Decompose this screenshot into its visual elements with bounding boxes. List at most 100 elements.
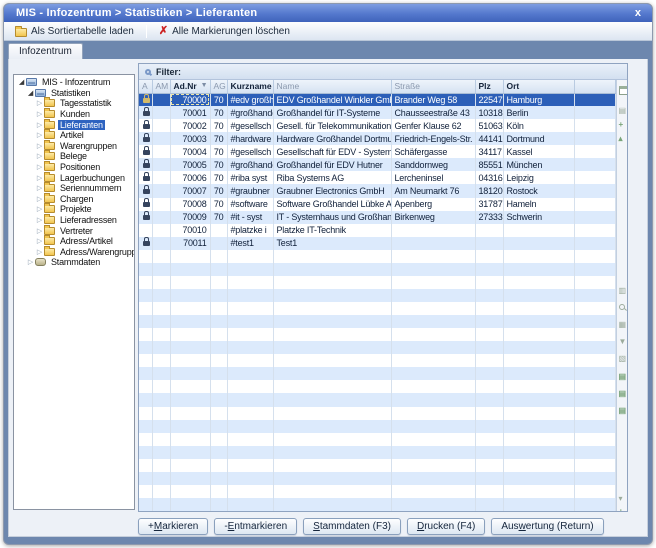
- tree-item-statistiken[interactable]: ◢Statistiken: [14, 88, 134, 99]
- tree-item-kunden[interactable]: ▷Kunden: [14, 109, 134, 120]
- table-row-empty[interactable]: [139, 263, 615, 276]
- table-row-70011[interactable]: 70011#test1Test1: [139, 237, 615, 250]
- expand-icon[interactable]: ▷: [35, 99, 44, 107]
- tree-item-projekte[interactable]: ▷Projekte: [14, 204, 134, 215]
- export-icon[interactable]: ▦: [619, 321, 627, 329]
- table-row-empty[interactable]: [139, 328, 615, 341]
- collapse-icon[interactable]: ◢: [26, 89, 35, 97]
- table-row-70003[interactable]: 7000370#hardwareHardware Großhandel Dort…: [139, 132, 615, 145]
- grid-view-icon[interactable]: ▥: [619, 287, 627, 295]
- table-row-empty[interactable]: [139, 250, 615, 263]
- tree-item-adress-artikel[interactable]: ▷Adress/Artikel: [14, 236, 134, 247]
- column-header-stra-e[interactable]: Straße: [391, 80, 475, 93]
- expand-icon[interactable]: ▷: [35, 205, 44, 213]
- table-row-70004[interactable]: 7000470#gesellschGesellschaft für EDV - …: [139, 145, 615, 158]
- table-row-empty[interactable]: [139, 302, 615, 315]
- load-sort-table-button[interactable]: Als Sortiertabelle laden: [10, 25, 139, 38]
- table-row-empty[interactable]: [139, 367, 615, 380]
- tree-item-vertreter[interactable]: ▷Vertreter: [14, 225, 134, 236]
- tree-item-belege[interactable]: ▷Belege: [14, 151, 134, 162]
- column-header-kurzname[interactable]: Kurzname: [227, 80, 273, 93]
- table-row-empty[interactable]: [139, 393, 615, 406]
- column-header-extra[interactable]: [574, 80, 615, 93]
- table-row-empty[interactable]: [139, 315, 615, 328]
- tree-item-tagesstatistik[interactable]: ▷Tagesstatistik: [14, 98, 134, 109]
- table-row-70009[interactable]: 7000970#it - systIT - Systemhaus und Gro…: [139, 211, 615, 224]
- filter-row[interactable]: Filter:: [139, 64, 627, 80]
- markieren-button[interactable]: + Markieren: [138, 518, 208, 535]
- table-row-70005[interactable]: 7000570#großhandeGroßhandel für EDV Hutn…: [139, 158, 615, 171]
- tree-item-mis-infozentrum[interactable]: ◢MIS - Infozentrum: [14, 77, 134, 88]
- layout-list-2-icon[interactable]: ▤: [619, 390, 627, 398]
- copy-icon[interactable]: ▧: [619, 355, 627, 363]
- expand-icon[interactable]: ▷: [35, 110, 44, 118]
- column-header-ad-nr[interactable]: Ad.Nr▼: [170, 80, 210, 93]
- expand-icon[interactable]: ▷: [35, 184, 44, 192]
- expand-icon[interactable]: ▷: [35, 152, 44, 160]
- column-header-ort[interactable]: Ort: [503, 80, 574, 93]
- table-row-empty[interactable]: [139, 485, 615, 498]
- filter-icon[interactable]: ▼: [619, 338, 627, 346]
- tree-item-positionen[interactable]: ▷Positionen: [14, 162, 134, 173]
- table-row-empty[interactable]: [139, 420, 615, 433]
- expand-icon[interactable]: ▷: [26, 258, 35, 266]
- table-row-empty[interactable]: [139, 407, 615, 420]
- insert-icon[interactable]: +: [619, 121, 624, 129]
- column-chooser-icon[interactable]: [619, 86, 628, 95]
- expand-icon[interactable]: ▷: [35, 121, 44, 129]
- tree-item-artikel[interactable]: ▷Artikel: [14, 130, 134, 141]
- column-header-am[interactable]: AM: [152, 80, 170, 93]
- expand-icon[interactable]: ▷: [35, 237, 44, 245]
- table-row-70006[interactable]: 7000670#riba systRiba Systems AGLercheni…: [139, 171, 615, 184]
- tree-item-seriennummern[interactable]: ▷Seriennummern: [14, 183, 134, 194]
- expand-icon[interactable]: ▷: [35, 142, 44, 150]
- row-indicator-icon[interactable]: ▤: [619, 107, 627, 115]
- add-icon[interactable]: +: [619, 508, 624, 511]
- table-row-empty[interactable]: [139, 354, 615, 367]
- expand-icon[interactable]: ▷: [35, 227, 44, 235]
- tree-item-warengruppen[interactable]: ▷Warengruppen: [14, 141, 134, 152]
- table-row-empty[interactable]: [139, 380, 615, 393]
- table-row-70007[interactable]: 7000770#graubnerGraubner Electronics Gmb…: [139, 184, 615, 197]
- tree-item-adress-warengruppen[interactable]: ▷Adress/Warengruppen: [14, 247, 134, 258]
- layout-list-3-icon[interactable]: ▤: [619, 407, 627, 415]
- tree-item-chargen[interactable]: ▷Chargen: [14, 194, 134, 205]
- tree-item-lieferanten[interactable]: ▷Lieferanten: [14, 119, 134, 130]
- clear-marks-button[interactable]: ✗ Alle Markierungen löschen: [154, 25, 295, 38]
- table-row-empty[interactable]: [139, 498, 615, 511]
- table-row-empty[interactable]: [139, 276, 615, 289]
- scroll-up-icon[interactable]: ▴: [619, 135, 623, 143]
- column-header-a[interactable]: A: [139, 80, 152, 93]
- table-row-70001[interactable]: 7000170#großhandeGroßhandel für IT-Syste…: [139, 106, 615, 119]
- table-row-empty[interactable]: [139, 433, 615, 446]
- search-icon[interactable]: [619, 304, 625, 310]
- collapse-icon[interactable]: ◢: [17, 78, 26, 86]
- table-row-70000[interactable]: 7000070#edv großhEDV Großhandel Winkler …: [139, 93, 615, 106]
- expand-icon[interactable]: ▷: [35, 216, 44, 224]
- tree-item-lagerbuchungen[interactable]: ▷Lagerbuchungen: [14, 172, 134, 183]
- table-row-empty[interactable]: [139, 289, 615, 302]
- tree-item-stammdaten[interactable]: ▷Stammdaten: [14, 257, 134, 268]
- drucken-button[interactable]: Drucken (F4): [407, 518, 485, 535]
- column-header-name[interactable]: Name: [273, 80, 391, 93]
- expand-icon[interactable]: ▷: [35, 248, 44, 256]
- table-row-70002[interactable]: 7000270#gesellschGesell. für Telekommuni…: [139, 119, 615, 132]
- expand-icon[interactable]: ▷: [35, 174, 44, 182]
- table-row-70010[interactable]: 70010#platzke iPlatzke IT-Technik: [139, 224, 615, 237]
- close-button[interactable]: x: [632, 7, 644, 19]
- expand-icon[interactable]: ▷: [35, 163, 44, 171]
- table-row-empty[interactable]: [139, 446, 615, 459]
- table-row-empty[interactable]: [139, 459, 615, 472]
- scroll-down-icon[interactable]: ▾: [619, 495, 623, 503]
- column-header-plz[interactable]: Plz: [475, 80, 503, 93]
- tab-infozentrum[interactable]: Infozentrum: [8, 43, 83, 59]
- table-row-70008[interactable]: 7000870#softwareSoftware Großhandel Lübk…: [139, 198, 615, 211]
- column-header-ag[interactable]: AG: [210, 80, 227, 93]
- table-row-empty[interactable]: [139, 341, 615, 354]
- stammdaten-button[interactable]: Stammdaten (F3): [303, 518, 401, 535]
- expand-icon[interactable]: ▷: [35, 131, 44, 139]
- layout-list-1-icon[interactable]: ▤: [619, 373, 627, 381]
- table-row-empty[interactable]: [139, 472, 615, 485]
- tree-item-lieferadressen[interactable]: ▷Lieferadressen: [14, 215, 134, 226]
- entmarkieren-button[interactable]: - Entmarkieren: [214, 518, 297, 535]
